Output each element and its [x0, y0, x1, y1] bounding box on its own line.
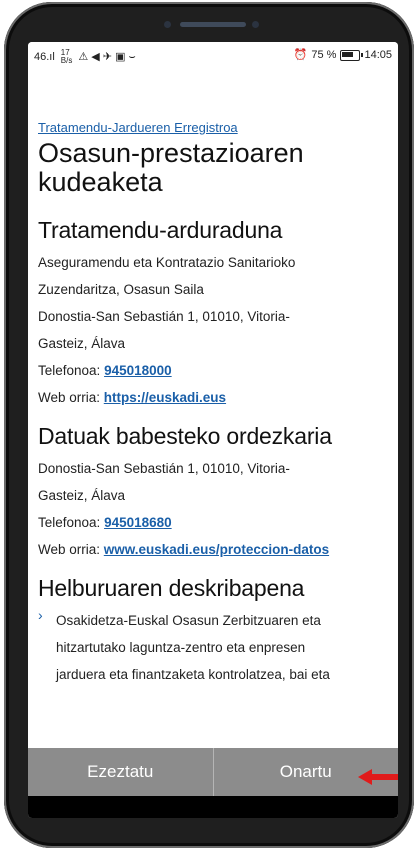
arrow-left-icon [358, 769, 398, 785]
dpo-web-row: Web orria: www.euskadi.eus/proteccion-da… [38, 536, 388, 563]
navigation-strip [28, 796, 398, 818]
notification-icons: ⚠ ◀ ✈ ▣ ⌣ [78, 51, 136, 63]
dpo-phone-link[interactable]: 945018680 [104, 515, 172, 530]
controller-web-link[interactable]: https://euskadi.eus [104, 390, 226, 405]
phone-frame: 46.ıl 17 B/s ⚠ ◀ ✈ ▣ ⌣ ⏰ 75 % 14:05 Trat… [4, 2, 414, 848]
controller-line: Donostia-San Sebastián 1, 01010, Vitoria… [38, 309, 290, 324]
dpo-heading: Datuak babesteko ordezkaria [38, 423, 332, 449]
purpose-section: Helburuaren deskribapena › Osakidetza-Eu… [38, 575, 388, 688]
phone-label: Telefonoa: [38, 515, 105, 530]
battery-percent: 75 % [311, 49, 337, 61]
controller-line: Aseguramendu eta Kontratazio Sanitarioko [38, 255, 296, 270]
dpo-phone-row: Telefonoa: 945018680 [38, 509, 388, 536]
sensor-icon [164, 21, 171, 28]
phone-top-bezel [4, 2, 414, 42]
screen: 46.ıl 17 B/s ⚠ ◀ ✈ ▣ ⌣ ⏰ 75 % 14:05 Trat… [28, 42, 398, 818]
web-label: Web orria: [38, 542, 104, 557]
chevron-right-icon: › [38, 607, 43, 623]
page-title: Osasun-prestazioaren kudeaketa [38, 138, 304, 197]
dpo-line: Gasteiz, Álava [38, 488, 126, 503]
network-speed: 17 B/s [60, 48, 73, 65]
speaker-grille [180, 22, 246, 27]
dpo-line: Donostia-San Sebastián 1, 01010, Vitoria… [38, 461, 290, 476]
phone-label: Telefonoa: [38, 363, 105, 378]
signal-icon: 46.ıl [34, 51, 55, 63]
status-bar: 46.ıl 17 B/s ⚠ ◀ ✈ ▣ ⌣ ⏰ 75 % 14:05 [28, 42, 398, 68]
web-label: Web orria: [38, 390, 104, 405]
breadcrumb[interactable]: Tratamendu-Jardueren Erregistroa [38, 120, 388, 135]
main-content: Tratamendu-Jardueren Erregistroa Osasun-… [38, 120, 388, 700]
purpose-heading: Helburuaren deskribapena [38, 575, 305, 601]
purpose-line: Osakidetza-Euskal Osasun Zerbitzuaren et… [56, 613, 321, 628]
controller-phone-row: Telefonoa: 945018000 [38, 357, 388, 384]
controller-line: Gasteiz, Álava [38, 336, 126, 351]
controller-line: Zuzendaritza, Osasun Saila [38, 282, 204, 297]
list-item: › Osakidetza-Euskal Osasun Zerbitzuaren … [38, 607, 388, 688]
dpo-web-link[interactable]: www.euskadi.eus/proteccion-datos [104, 542, 329, 557]
controller-section: Tratamendu-arduraduna Aseguramendu eta K… [38, 217, 388, 411]
controller-web-row: Web orria: https://euskadi.eus [38, 384, 388, 411]
purpose-line: hitzartutako laguntza-zentro eta enprese… [56, 640, 306, 655]
alarm-icon: ⏰ [293, 49, 308, 61]
controller-phone-link[interactable]: 945018000 [104, 363, 172, 378]
battery-icon [340, 49, 364, 61]
controller-heading: Tratamendu-arduraduna [38, 217, 283, 243]
dpo-section: Datuak babesteko ordezkaria Donostia-San… [38, 423, 388, 563]
action-bar: Ezeztatu Onartu [28, 748, 398, 796]
clock: 14:05 [364, 49, 392, 61]
front-camera-icon [252, 21, 259, 28]
battery-level [342, 51, 354, 57]
cancel-button[interactable]: Ezeztatu [28, 748, 213, 796]
purpose-line: jarduera eta finantzaketa kontrolatzea, … [56, 667, 330, 682]
